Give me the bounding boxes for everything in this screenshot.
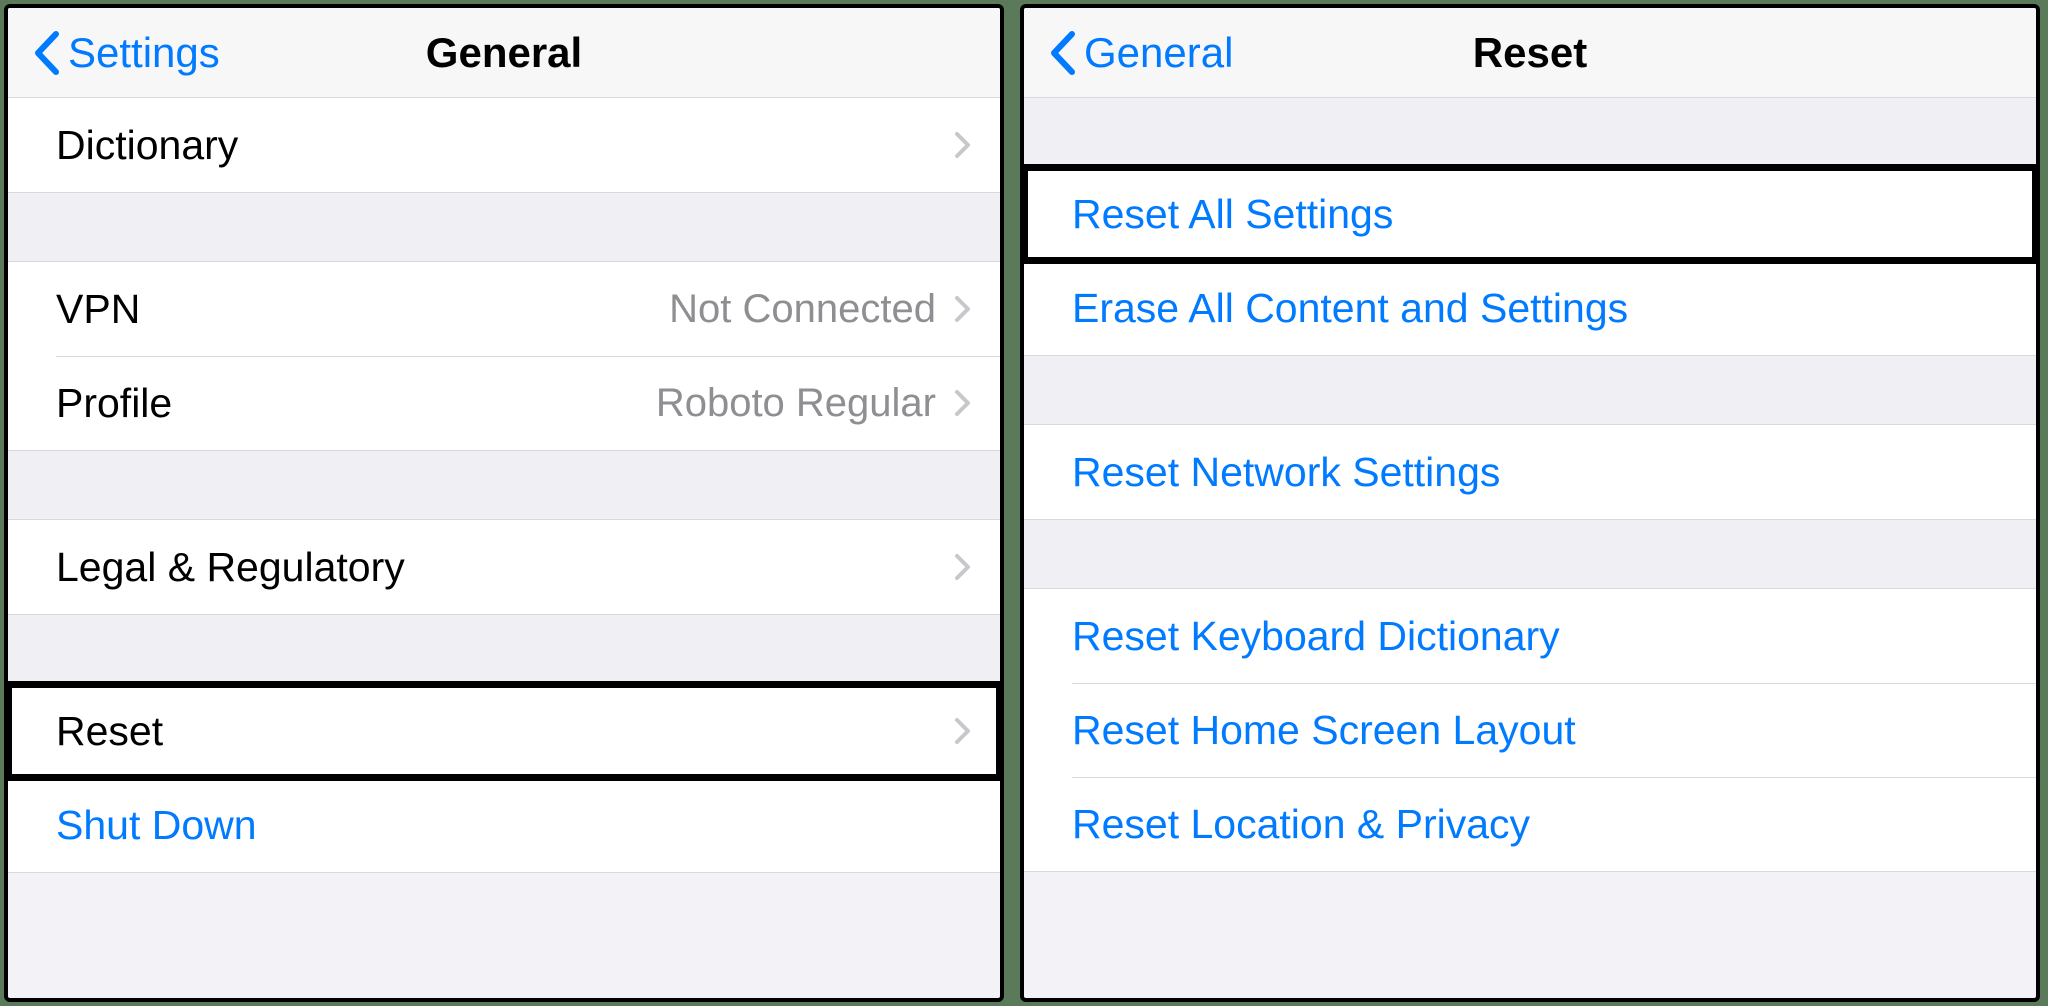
row-vpn[interactable]: VPN Not Connected xyxy=(8,262,1000,356)
group-spacer xyxy=(8,615,1000,683)
chevron-left-icon xyxy=(32,30,62,76)
panel-divider xyxy=(1008,0,1016,1006)
row-label: Erase All Content and Settings xyxy=(1072,285,2008,332)
row-reset[interactable]: Reset xyxy=(8,684,1000,778)
reset-content: Reset All Settings Erase All Content and… xyxy=(1024,98,2036,998)
back-to-settings-button[interactable]: Settings xyxy=(32,29,220,77)
group-spacer xyxy=(8,451,1000,519)
row-reset-all-settings[interactable]: Reset All Settings xyxy=(1024,167,2036,261)
group-dictionary: Dictionary xyxy=(8,98,1000,193)
back-to-general-button[interactable]: General xyxy=(1048,29,1233,77)
row-dictionary[interactable]: Dictionary xyxy=(8,98,1000,192)
nav-title-reset: Reset xyxy=(1473,29,1587,77)
chevron-right-icon xyxy=(954,717,972,745)
group-spacer xyxy=(1024,520,2036,588)
row-label: Reset Keyboard Dictionary xyxy=(1072,613,2008,660)
row-label: Reset All Settings xyxy=(1072,191,2008,238)
row-reset-location-privacy[interactable]: Reset Location & Privacy xyxy=(1024,777,2036,871)
row-label: Reset Network Settings xyxy=(1072,449,2008,496)
row-label: Reset xyxy=(56,708,954,755)
row-detail: Roboto Regular xyxy=(656,381,936,426)
group-legal: Legal & Regulatory xyxy=(8,519,1000,615)
row-label: Shut Down xyxy=(56,802,972,849)
row-shut-down[interactable]: Shut Down xyxy=(8,778,1000,872)
row-profile[interactable]: Profile Roboto Regular xyxy=(8,356,1000,450)
row-label: VPN xyxy=(56,286,669,333)
row-legal-regulatory[interactable]: Legal & Regulatory xyxy=(8,520,1000,614)
back-label: General xyxy=(1084,29,1233,77)
nav-bar-reset: General Reset xyxy=(1024,8,2036,98)
group-reset-shutdown: Reset Shut Down xyxy=(8,683,1000,873)
row-label: Reset Location & Privacy xyxy=(1072,801,2008,848)
row-reset-keyboard-dictionary[interactable]: Reset Keyboard Dictionary xyxy=(1024,589,2036,683)
group-spacer xyxy=(1024,98,2036,166)
chevron-right-icon xyxy=(954,389,972,417)
group-reset-erase: Reset All Settings Erase All Content and… xyxy=(1024,166,2036,356)
row-label: Legal & Regulatory xyxy=(56,544,954,591)
group-spacer xyxy=(8,193,1000,261)
nav-title-general: General xyxy=(426,29,582,77)
nav-bar-general: Settings General xyxy=(8,8,1000,98)
group-reset-network: Reset Network Settings xyxy=(1024,424,2036,520)
row-reset-home-screen-layout[interactable]: Reset Home Screen Layout xyxy=(1024,683,2036,777)
general-settings-panel: Settings General Dictionary VPN Not Conn… xyxy=(4,4,1004,1002)
row-detail: Not Connected xyxy=(669,287,936,332)
row-reset-network-settings[interactable]: Reset Network Settings xyxy=(1024,425,2036,519)
row-label: Dictionary xyxy=(56,122,954,169)
group-vpn-profile: VPN Not Connected Profile Roboto Regular xyxy=(8,261,1000,451)
chevron-left-icon xyxy=(1048,30,1078,76)
reset-settings-panel: General Reset Reset All Settings Erase A… xyxy=(1020,4,2040,1002)
row-label: Profile xyxy=(56,380,656,427)
chevron-right-icon xyxy=(954,295,972,323)
general-content: Dictionary VPN Not Connected Profile Rob… xyxy=(8,98,1000,998)
back-label: Settings xyxy=(68,29,220,77)
row-label: Reset Home Screen Layout xyxy=(1072,707,2008,754)
row-erase-all-content[interactable]: Erase All Content and Settings xyxy=(1024,261,2036,355)
chevron-right-icon xyxy=(954,553,972,581)
group-spacer xyxy=(1024,356,2036,424)
group-reset-other: Reset Keyboard Dictionary Reset Home Scr… xyxy=(1024,588,2036,872)
chevron-right-icon xyxy=(954,131,972,159)
